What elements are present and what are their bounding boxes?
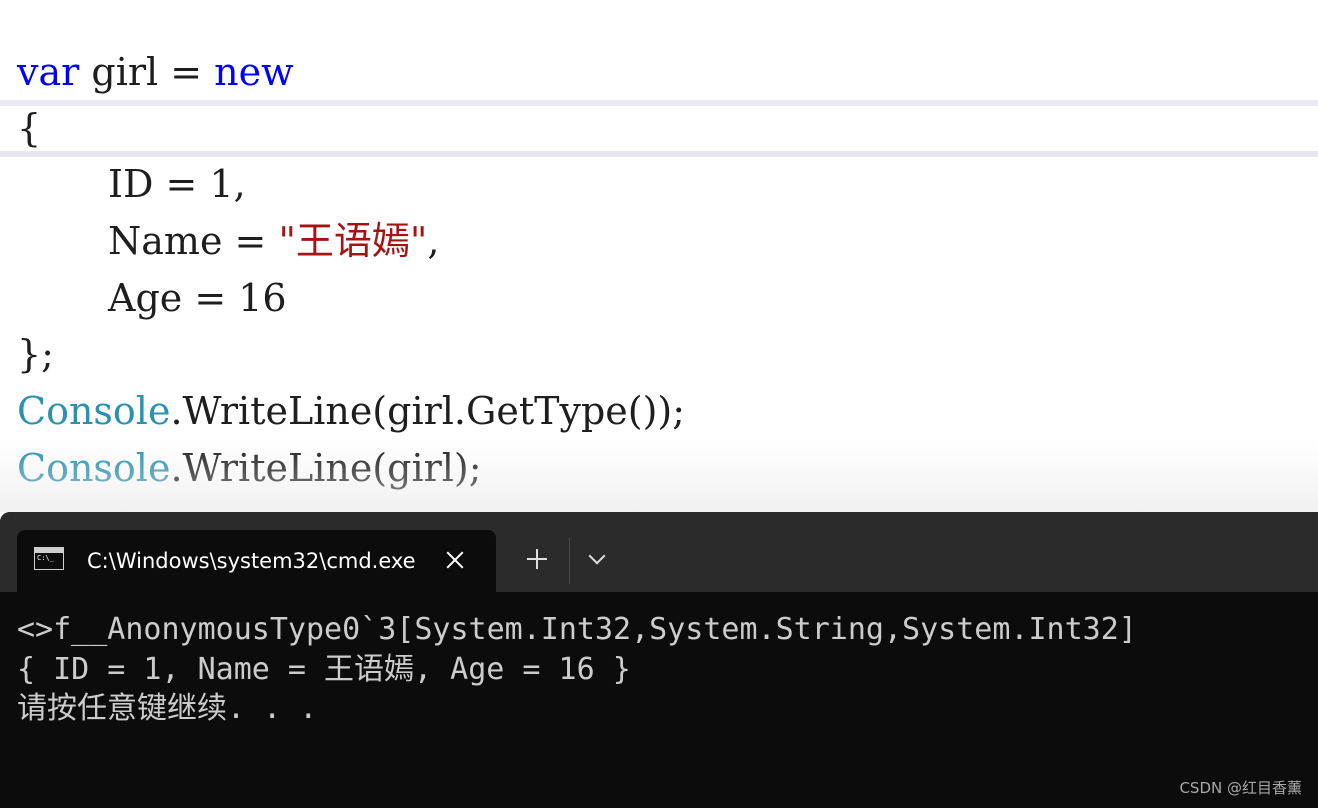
code-text: Name = [108,219,279,263]
code-line-6: }; [0,326,1318,383]
type-console: Console [17,389,171,433]
plus-icon[interactable] [520,542,554,576]
code-text: girl = [79,50,215,94]
terminal-output[interactable]: <>f__AnonymousType0`3[System.Int32,Syste… [17,610,1137,729]
tab-separator [569,538,570,584]
code-line-4: Name = "王语嫣", [0,213,1318,270]
code-line-8: Console.WriteLine(girl); [0,440,1318,497]
tab-title: C:\Windows\system32\cmd.exe [87,549,416,573]
terminal-window[interactable]: C:\Windows\system32\cmd.exe <>f__Anonymo… [0,512,1318,808]
output-line: <>f__AnonymousType0`3[System.Int32,Syste… [17,612,1137,647]
code-line-3: ID = 1, [0,156,1318,213]
code-text: ID = 1, [108,162,246,206]
watermark: CSDN @红目香薰 [1179,779,1302,797]
terminal-tab[interactable]: C:\Windows\system32\cmd.exe [17,530,496,592]
keyword-var: var [17,50,80,94]
terminal-tab-bar: C:\Windows\system32\cmd.exe [0,512,1318,592]
code-text: , [427,219,440,263]
keyword-new: new [214,50,294,94]
output-line: { ID = 1, Name = 王语嫣, Age = 16 } [17,651,631,687]
code-line-2-current: { [0,100,1318,157]
output-line: 请按任意键继续. . . [17,691,318,726]
code-line-7: Console.WriteLine(girl.GetType()); [0,383,1318,440]
type-console: Console [17,446,171,490]
code-editor[interactable]: var girl = new { ID = 1, Name = "王语嫣", A… [0,0,1318,512]
code-text: Age = 16 [108,276,287,320]
cmd-icon [34,547,64,570]
code-line-5: Age = 16 [0,270,1318,327]
close-icon[interactable] [440,545,470,575]
code-text: { [17,106,42,150]
chevron-down-icon[interactable] [583,544,611,572]
code-text: }; [17,332,54,376]
code-text: .WriteLine(girl.GetType()); [170,389,686,433]
string-literal: "王语嫣" [278,219,428,263]
code-line-1: var girl = new [0,44,1318,101]
code-text: .WriteLine(girl); [170,446,482,490]
